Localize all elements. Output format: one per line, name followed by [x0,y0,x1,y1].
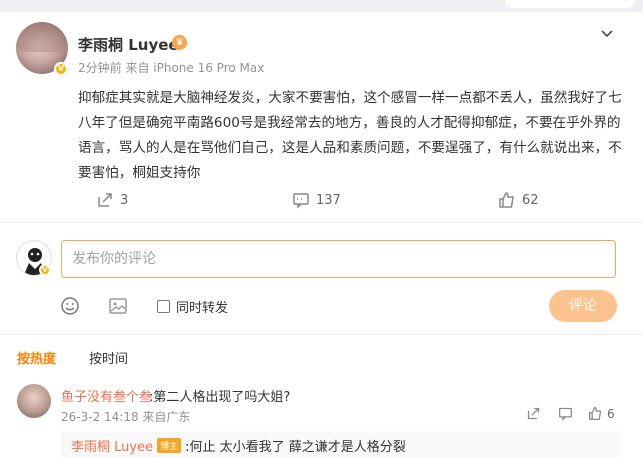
thumbs-up-icon [499,192,514,208]
comment-input[interactable] [61,240,616,278]
comment-icon [293,193,309,209]
repost-checkbox-label: 同时转发 [176,301,229,316]
comment-button[interactable]: 137 [292,191,341,209]
like-count: 62 [522,192,539,208]
checkbox[interactable] [157,300,170,313]
comment-icon [559,407,572,421]
repost-icon [98,193,112,207]
repost-checkbox[interactable]: 同时转发 [157,297,228,316]
chevron-down-icon[interactable] [600,27,614,43]
my-verified-badge-icon: V [39,264,51,276]
comment-reply-button[interactable] [558,406,573,421]
comment-text: :第二人格出现了吗大姐? [149,390,291,405]
post-meta: 2分钟前 来自 iPhone 16 Pro Max [78,61,265,75]
reply-text: :何止 太小看我了 薛之谦才是人格分裂 [185,440,406,455]
post-text: 抑郁症其实就是大脑神经发炎，大家不要害怕，这个感冒一样一点都不丢人，虽然我好了七… [78,90,622,181]
repost-button[interactable]: 3 [96,191,128,209]
top-pill [505,0,635,8]
top-strip [0,0,643,12]
comment-username[interactable]: 鱼子没有叁个叁 [61,386,152,405]
blogger-tag: 博主 [157,438,182,453]
repost-count: 3 [120,192,129,208]
post-username[interactable]: 李雨桐 Luyee [78,34,179,55]
submit-comment-button[interactable]: 评论 [549,290,617,322]
repost-icon [527,407,540,420]
comment-count: 137 [316,192,341,208]
comment-like-count: 6 [607,406,615,421]
comment-repost-button[interactable] [526,406,541,421]
divider [0,334,643,335]
image-icon[interactable] [108,296,128,316]
tab-sort-time[interactable]: 按时间 [89,348,128,367]
thumbs-up-icon [589,407,602,420]
emoji-icon[interactable] [60,296,80,316]
reply-block: 李雨桐 Luyee 博主 :何止 太小看我了 薛之谦才是人格分裂 [61,431,621,457]
verified-badge-icon: V [54,62,68,76]
comment-avatar[interactable] [17,384,51,418]
crown-icon: ♛ [172,35,187,50]
comment-meta: 26-3-2 14:18 来自广东 [61,410,191,424]
like-button[interactable]: 62 [498,191,539,209]
reply-username[interactable]: 李雨桐 Luyee [71,436,153,455]
divider [0,222,643,223]
comment-like-button[interactable]: 6 [588,406,615,421]
tab-sort-hot[interactable]: 按热度 [17,348,56,367]
